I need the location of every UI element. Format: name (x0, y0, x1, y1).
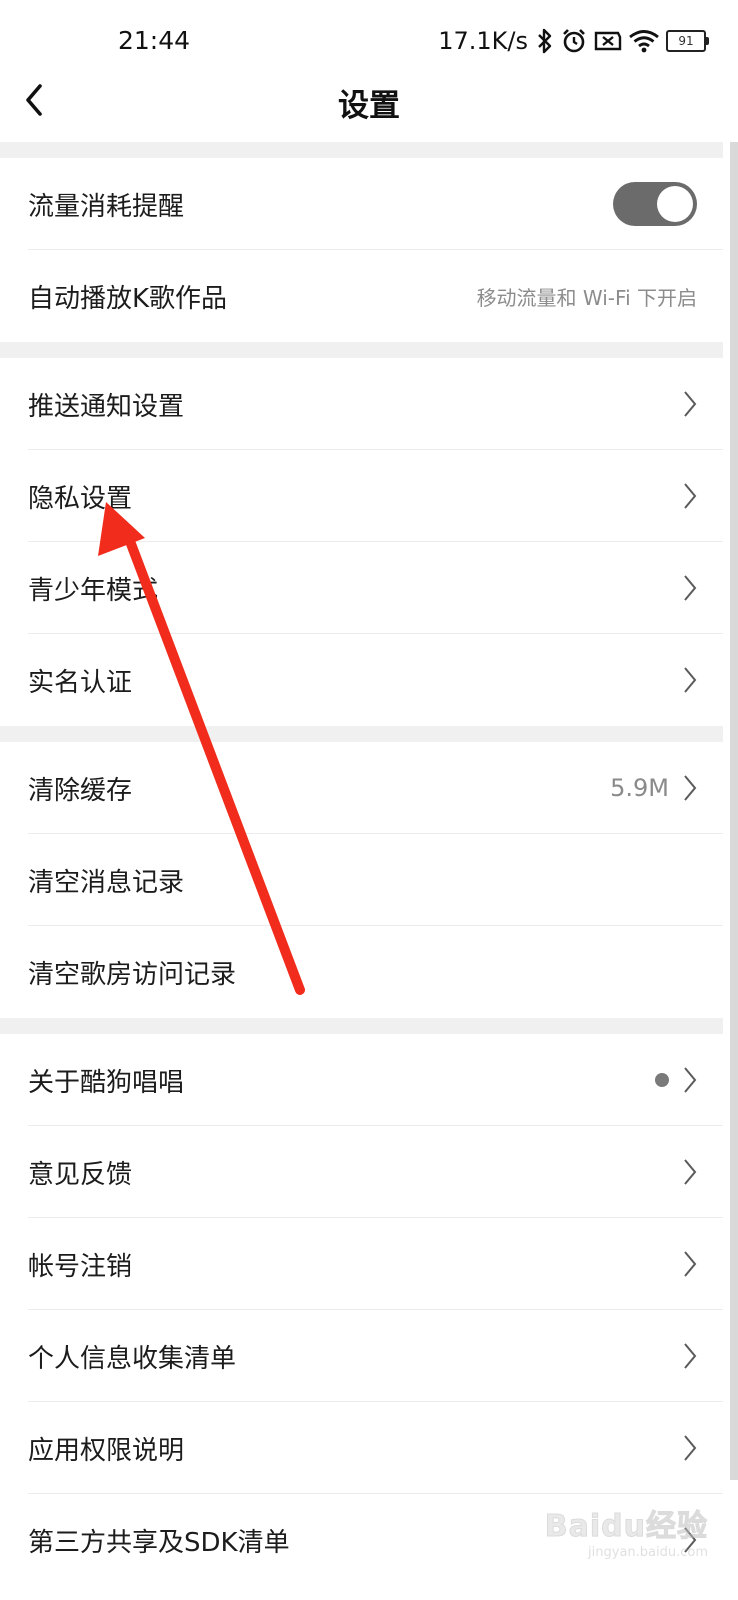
row-feedback[interactable]: 意见反馈 (0, 1126, 723, 1218)
row-right (683, 1342, 697, 1370)
alarm-icon (560, 27, 588, 55)
row-right (613, 182, 697, 226)
chevron-right-icon (683, 390, 697, 418)
row-label: 清空歌房访问记录 (28, 959, 237, 990)
chevron-right-icon (683, 574, 697, 602)
row-label: 清除缓存 (28, 775, 133, 806)
cache-size-value: 5.9M (610, 774, 669, 802)
row-label: 意见反馈 (28, 1159, 133, 1190)
status-time: 21:44 (118, 26, 191, 55)
chevron-right-icon (683, 1066, 697, 1094)
wifi-icon (628, 28, 660, 54)
row-label: 清空消息记录 (28, 867, 185, 898)
chevron-right-icon (683, 774, 697, 802)
update-dot-badge (655, 1073, 669, 1087)
sim-error-icon (594, 29, 622, 53)
row-label: 流量消耗提醒 (28, 191, 185, 222)
row-label: 第三方共享及SDK清单 (28, 1527, 290, 1558)
row-label: 实名认证 (28, 667, 133, 698)
row-label: 关于酷狗唱唱 (28, 1067, 185, 1098)
scrollbar[interactable] (730, 142, 738, 1480)
row-right (683, 482, 697, 510)
row-teen-mode[interactable]: 青少年模式 (0, 542, 723, 634)
row-right (683, 1250, 697, 1278)
row-right (683, 666, 697, 694)
row-label: 推送通知设置 (28, 391, 185, 422)
battery-icon: 91 (666, 30, 709, 52)
row-label: 帐号注销 (28, 1251, 133, 1282)
battery-level: 91 (678, 34, 694, 48)
row-personal-info-list[interactable]: 个人信息收集清单 (0, 1310, 723, 1402)
page-title: 设置 (338, 88, 400, 124)
row-privacy-settings[interactable]: 隐私设置 (0, 450, 723, 542)
chevron-right-icon (683, 1434, 697, 1462)
chevron-right-icon (683, 1250, 697, 1278)
row-clear-messages[interactable]: 清空消息记录 (0, 834, 723, 926)
row-label: 个人信息收集清单 (28, 1343, 237, 1374)
watermark-url: jingyan.baidu.com (588, 1545, 708, 1560)
row-about-app[interactable]: 关于酷狗唱唱 (0, 1034, 723, 1126)
row-label: 青少年模式 (28, 575, 159, 606)
row-right: 5.9M (610, 774, 697, 802)
row-right (683, 574, 697, 602)
row-label: 隐私设置 (28, 483, 133, 514)
section-gap (0, 1018, 723, 1034)
status-icons: 17.1K/s 91 (438, 24, 709, 58)
chevron-right-icon (683, 482, 697, 510)
row-right (683, 1158, 697, 1186)
section-gap (0, 142, 723, 158)
row-push-notification-settings[interactable]: 推送通知设置 (0, 358, 723, 450)
watermark-logo-text: Baidu经验 (544, 1509, 708, 1545)
row-account-deletion[interactable]: 帐号注销 (0, 1218, 723, 1310)
row-data-usage-reminder[interactable]: 流量消耗提醒 (0, 158, 723, 250)
row-app-permissions[interactable]: 应用权限说明 (0, 1402, 723, 1494)
network-speed: 17.1K/s (438, 27, 528, 55)
row-right (683, 390, 697, 418)
chevron-right-icon (683, 666, 697, 694)
chevron-right-icon (683, 1158, 697, 1186)
section-gap (0, 726, 723, 742)
chevron-right-icon (683, 1342, 697, 1370)
row-label: 自动播放K歌作品 (28, 283, 228, 314)
settings-list: 流量消耗提醒 自动播放K歌作品 移动流量和 Wi-Fi 下开启 推送通知设置 隐… (0, 142, 723, 1586)
row-clear-cache[interactable]: 清除缓存 5.9M (0, 742, 723, 834)
toggle-knob (657, 186, 693, 222)
baidu-watermark: Baidu经验 jingyan.baidu.com (544, 1501, 708, 1561)
row-label: 应用权限说明 (28, 1435, 185, 1466)
row-real-name-verification[interactable]: 实名认证 (0, 634, 723, 726)
row-right (683, 1434, 697, 1462)
autoplay-value: 移动流量和 Wi-Fi 下开启 (476, 285, 697, 310)
row-autoplay-works[interactable]: 自动播放K歌作品 移动流量和 Wi-Fi 下开启 (0, 250, 723, 342)
row-right: 移动流量和 Wi-Fi 下开启 (477, 282, 697, 311)
bluetooth-icon (536, 27, 554, 55)
row-right (655, 1066, 697, 1094)
row-clear-room-history[interactable]: 清空歌房访问记录 (0, 926, 723, 1018)
nav-bar: 设置 (0, 62, 738, 142)
data-usage-toggle[interactable] (613, 182, 697, 226)
section-gap (0, 342, 723, 358)
